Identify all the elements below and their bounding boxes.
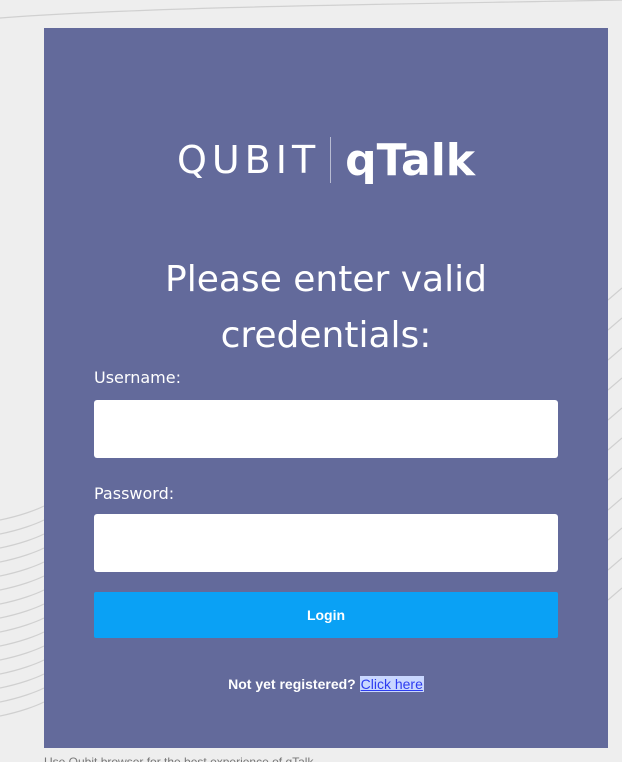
qubit-qtalk-logo: QUBIT qTalk [44,132,608,188]
password-input[interactable] [94,514,558,572]
password-label: Password: [94,484,175,503]
username-label: Username: [94,368,181,387]
heading-line-1: Please enter valid [165,259,487,300]
page-heading: Please enter valid credentials: [74,252,578,364]
username-input[interactable] [94,400,558,458]
heading-line-2: credentials: [220,315,432,356]
register-link[interactable]: Click here [359,676,424,692]
logo-product: qTalk [345,134,476,186]
register-prompt-line: Not yet registered? Click here [44,676,608,692]
logo-divider [330,137,332,183]
logo-brand: QUBIT [176,138,321,182]
login-card: QUBIT qTalk Please enter valid credentia… [44,28,608,748]
login-button[interactable]: Login [94,592,558,638]
footer-text: Use Qubit browser for the best experienc… [44,755,314,762]
register-prompt: Not yet registered? [228,676,356,692]
